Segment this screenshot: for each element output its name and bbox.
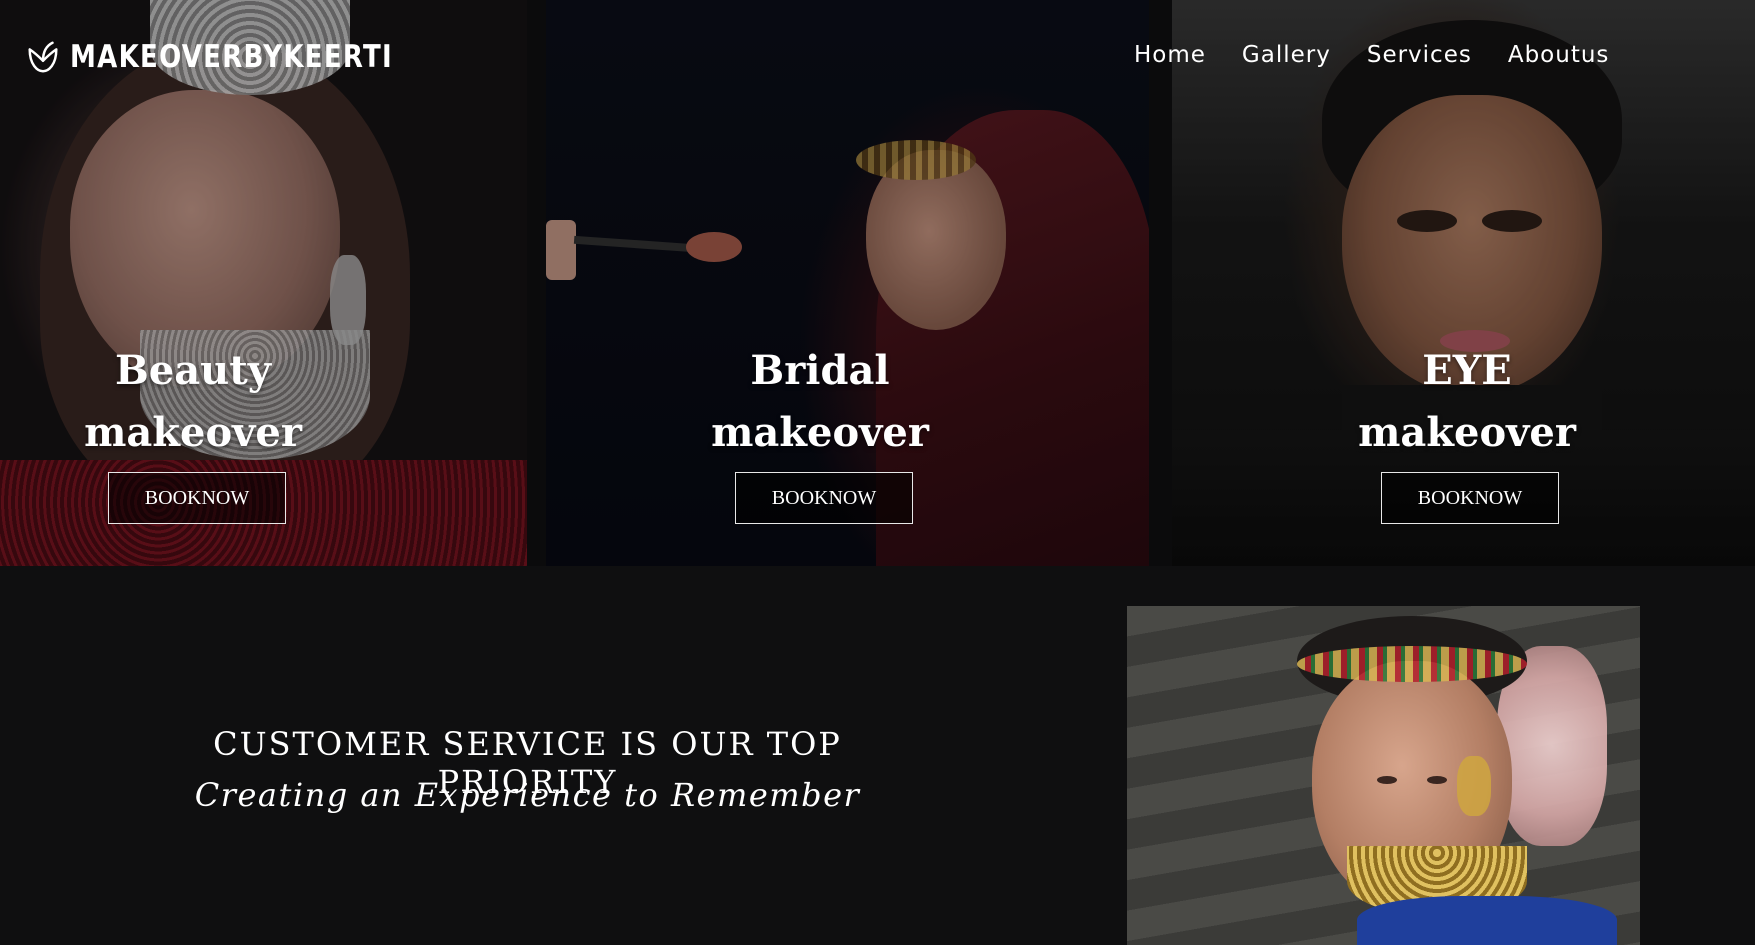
beauty-booknow-button[interactable]: BOOKNOW [108, 472, 286, 524]
beauty-makeover-title: Beauty makeover [43, 340, 343, 464]
bridal-title-line1: Bridal [750, 347, 890, 394]
main-nav: Home Gallery Services Aboutus [1134, 42, 1609, 68]
beauty-title-line2: makeover [84, 409, 302, 456]
bridal-title-line2: makeover [711, 409, 929, 456]
bridal-booknow-button[interactable]: BOOKNOW [735, 472, 913, 524]
lotus-icon [28, 41, 58, 73]
eye-title-line2: makeover [1358, 409, 1576, 456]
brand-logo[interactable]: MAKEOVERBYKEERTI [24, 38, 455, 76]
eye-booknow-button[interactable]: BOOKNOW [1381, 472, 1559, 524]
hero-section: MAKEOVERBYKEERTI Home Gallery Services A… [0, 0, 1755, 566]
eye-makeover-title: EYE makeover [1317, 340, 1617, 464]
promo-subheadline: Creating an Experience to Remember [194, 776, 861, 814]
eye-title-line1: EYE [1422, 347, 1512, 394]
brand-name: MAKEOVERBYKEERTI [70, 39, 393, 75]
bridal-portrait-image [1127, 606, 1640, 945]
nav-aboutus-link[interactable]: Aboutus [1508, 42, 1610, 68]
beauty-title-line1: Beauty [115, 347, 271, 394]
nav-gallery-link[interactable]: Gallery [1242, 42, 1331, 68]
nav-home-link[interactable]: Home [1134, 42, 1206, 68]
nav-services-link[interactable]: Services [1367, 42, 1472, 68]
page: MAKEOVERBYKEERTI Home Gallery Services A… [0, 0, 1755, 945]
bridal-makeover-title: Bridal makeover [670, 340, 970, 464]
